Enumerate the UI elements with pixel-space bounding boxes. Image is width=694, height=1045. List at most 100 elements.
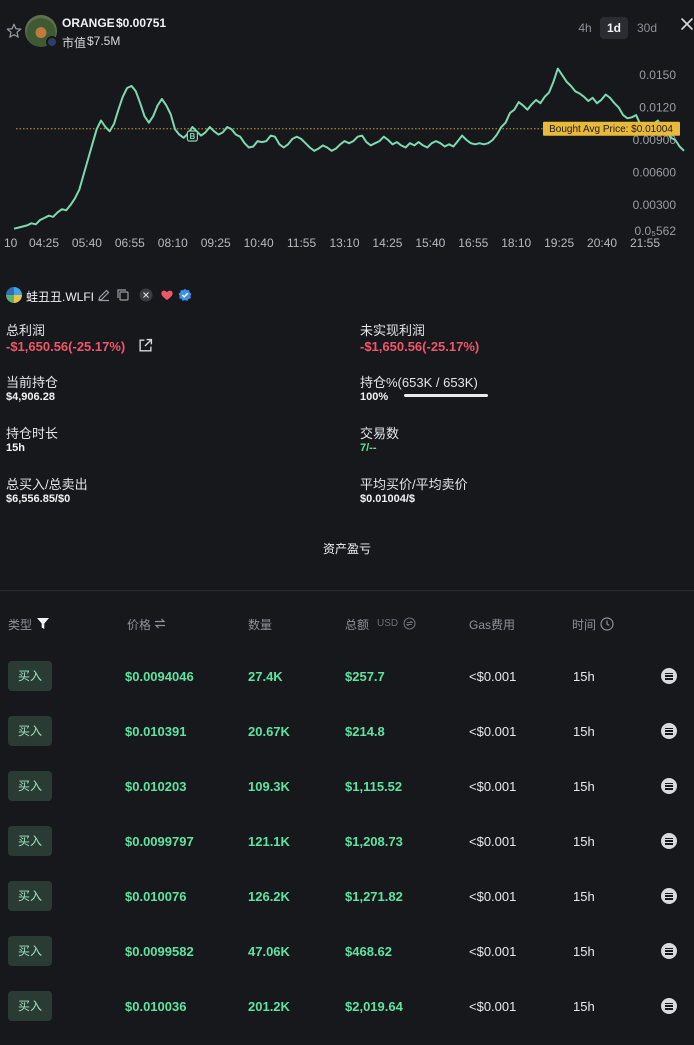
header-time: 时间 <box>572 618 597 632</box>
time-cell: 15h <box>573 999 595 1014</box>
edit-icon[interactable] <box>97 288 111 302</box>
qty-cell: 20.67K <box>248 724 290 739</box>
header-total-unit: USD <box>377 618 399 629</box>
details-icon[interactable] <box>661 998 677 1014</box>
table-row[interactable]: 买入 $0.010076 126.2K $1,271.82 <$0.001 15… <box>0 868 694 923</box>
table-row[interactable]: 买入 $0.010391 20.67K $214.8 <$0.001 15h <box>0 703 694 758</box>
clock-icon[interactable] <box>600 617 614 631</box>
time-cell: 15h <box>573 944 595 959</box>
x-tick-label: 10:40 <box>244 236 274 250</box>
total-cell: $1,115.52 <box>345 779 403 794</box>
details-icon[interactable] <box>661 833 677 849</box>
x-tick-label: 15:40 <box>415 236 445 250</box>
header-gas: Gas费用 <box>469 618 516 632</box>
time-cell: 15h <box>573 834 595 849</box>
timeframe-1d[interactable]: 1d <box>600 17 628 39</box>
type-badge: 买入 <box>8 661 52 691</box>
type-badge: 买入 <box>8 716 52 746</box>
bought-avg-price-tag: Bought Avg Price: $0.01004 <box>543 121 680 136</box>
details-icon[interactable] <box>661 723 677 739</box>
share-icon[interactable] <box>138 338 153 353</box>
copy-icon[interactable] <box>116 288 130 302</box>
position-pct-label: 持仓%(653K / 653K) <box>360 375 478 390</box>
avg-price-value: $0.01004/$ <box>360 493 416 505</box>
gas-cell: <$0.001 <box>469 944 517 959</box>
gas-cell: <$0.001 <box>469 999 517 1014</box>
type-badge: 买入 <box>8 881 52 911</box>
swap-icon[interactable] <box>154 618 166 629</box>
buy-sell-total-value: $6,556.85/$0 <box>6 493 71 505</box>
total-profit-value: -$1,650.56(-25.17%) <box>6 339 126 354</box>
time-cell: 15h <box>573 889 595 904</box>
avg-price-label: 平均买价/平均卖价 <box>360 477 468 492</box>
header-price: 价格 <box>127 618 152 632</box>
table-row[interactable]: 买入 $0.0099797 121.1K $1,208.73 <$0.001 1… <box>0 813 694 868</box>
qty-cell: 121.1K <box>248 834 290 849</box>
table-row[interactable]: 买入 $0.0099582 47.06K $468.62 <$0.001 15h <box>0 923 694 978</box>
x-icon[interactable] <box>139 288 153 302</box>
x-tick-label: 04:25 <box>29 236 59 250</box>
type-badge: 买入 <box>8 826 52 856</box>
price-cell: $0.010391 <box>125 724 187 739</box>
details-icon[interactable] <box>661 943 677 959</box>
trade-count-value: 7/-- <box>360 442 377 454</box>
wallet-name: 蛙丑丑.WLFI <box>26 290 94 304</box>
y-tick-label: 0.00300 <box>633 198 677 212</box>
buy-marker[interactable]: B <box>186 130 198 142</box>
table-row[interactable]: 买入 $0.0094046 27.4K $257.7 <$0.001 15h <box>0 648 694 703</box>
verified-icon <box>178 288 192 301</box>
gas-cell: <$0.001 <box>469 834 517 849</box>
qty-cell: 201.2K <box>248 999 290 1014</box>
timeframe-30d[interactable]: 30d <box>632 17 662 39</box>
price-cell: $0.010203 <box>125 779 187 794</box>
qty-cell: 27.4K <box>248 669 283 684</box>
asset-pnl-button[interactable]: 资产盈亏 <box>0 540 694 557</box>
x-tick-label: 10 <box>4 236 18 250</box>
currency-toggle-icon[interactable] <box>403 617 416 630</box>
details-icon[interactable] <box>661 668 677 684</box>
x-tick-label: 20:40 <box>587 236 617 250</box>
type-badge: 买入 <box>8 936 52 966</box>
close-icon[interactable] <box>680 17 694 31</box>
market-cap-label: 市值 <box>62 36 87 50</box>
header-type: 类型 <box>8 618 33 632</box>
price-series-line <box>13 67 685 230</box>
time-cell: 15h <box>573 724 595 739</box>
heart-icon[interactable] <box>160 288 174 302</box>
unrealized-profit-value: -$1,650.56(-25.17%) <box>360 339 480 354</box>
x-tick-label: 09:25 <box>201 236 231 250</box>
buy-sell-total-label: 总买入/总卖出 <box>6 477 88 492</box>
x-tick-label: 16:55 <box>458 236 488 250</box>
price-cell: $0.0094046 <box>125 669 194 684</box>
price-chart[interactable]: 0.0₅5620.003000.006000.009000.01200.0150… <box>0 55 694 255</box>
holding-time-label: 持仓时长 <box>6 426 59 441</box>
holding-time-value: 15h <box>6 442 25 454</box>
x-tick-label: 19:25 <box>544 236 574 250</box>
buy-marker-label: B <box>189 132 195 141</box>
y-tick-label: 0.0120 <box>639 101 676 115</box>
x-tick-label: 08:10 <box>158 236 188 250</box>
details-icon[interactable] <box>661 778 677 794</box>
timeframe-4h[interactable]: 4h <box>573 17 597 39</box>
total-cell: $257.7 <box>345 669 385 684</box>
table-row[interactable]: 买入 $0.010036 201.2K $2,019.64 <$0.001 15… <box>0 978 694 1033</box>
x-tick-label: 18:10 <box>501 236 531 250</box>
gas-cell: <$0.001 <box>469 724 517 739</box>
total-cell: $1,208.73 <box>345 834 403 849</box>
y-tick-label: 0.0150 <box>639 68 676 82</box>
table-row[interactable]: 买入 $0.010203 109.3K $1,115.52 <$0.001 15… <box>0 758 694 813</box>
unrealized-profit-label: 未实现利润 <box>360 323 426 338</box>
x-tick-label: 05:40 <box>72 236 102 250</box>
star-icon[interactable] <box>5 22 23 40</box>
y-tick-label: 0.00600 <box>633 165 677 179</box>
filter-icon[interactable] <box>36 617 50 630</box>
price-cell: $0.0099582 <box>125 944 194 959</box>
details-icon[interactable] <box>661 888 677 904</box>
x-tick-label: 06:55 <box>115 236 145 250</box>
trade-count-label: 交易数 <box>360 426 400 441</box>
gas-cell: <$0.001 <box>469 889 517 904</box>
position-pct-value: 100% <box>360 391 389 403</box>
time-cell: 15h <box>573 779 595 794</box>
type-badge: 买入 <box>8 771 52 801</box>
header-qty: 数量 <box>248 618 273 632</box>
